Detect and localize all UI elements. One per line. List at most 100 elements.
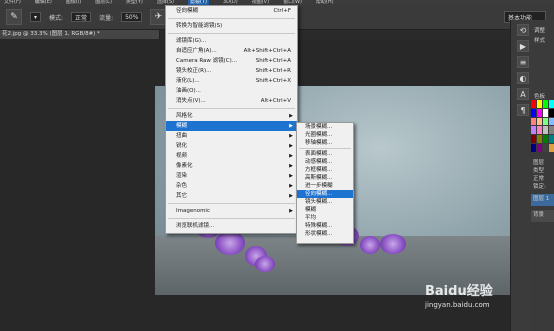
color-swatch[interactable]: [531, 126, 536, 135]
color-swatch[interactable]: [531, 100, 536, 108]
character-icon[interactable]: A: [517, 88, 529, 100]
color-swatch[interactable]: [543, 108, 548, 117]
menu-item-label: 滤镜库(G)...: [176, 38, 207, 44]
baidu-watermark: Baidu经验 jingyan.baidu.com: [425, 280, 525, 309]
menu-item-label: 镜头校正(R)...: [176, 68, 212, 74]
color-swatch[interactable]: [537, 135, 542, 144]
menu-item-label: 扭曲: [176, 133, 188, 139]
blur-submenu-item[interactable]: 动感模糊...: [297, 158, 353, 166]
submenu-arrow-icon: ▶: [289, 193, 293, 199]
blur-submenu-item[interactable]: 模糊: [297, 206, 353, 214]
adjust-icon[interactable]: ◐: [517, 72, 529, 84]
color-swatch[interactable]: [537, 117, 542, 126]
color-swatch[interactable]: [537, 100, 542, 108]
menu-separator: [168, 18, 295, 19]
color-swatch[interactable]: [549, 108, 554, 117]
blur-submenu-item[interactable]: 移轴模糊...: [297, 139, 353, 147]
filter-menu-item[interactable]: 其它 ▶: [166, 191, 297, 201]
layer-name: 背景: [533, 212, 545, 218]
filter-menu-item[interactable]: 扭曲 ▶: [166, 131, 297, 141]
color-swatch[interactable]: [543, 126, 548, 135]
color-swatch[interactable]: [531, 144, 536, 152]
filter-menu-item[interactable]: 视频 ▶: [166, 151, 297, 161]
menu-separator: [299, 148, 351, 149]
submenu-arrow-icon: ▶: [289, 173, 293, 179]
filter-menu-item[interactable]: 自适应广角(A)... Alt+Shift+Ctrl+A: [166, 46, 297, 56]
color-swatch[interactable]: [531, 135, 536, 144]
filter-menu-item[interactable]: 液化(L)... Shift+Ctrl+X: [166, 76, 297, 86]
color-swatch[interactable]: [549, 100, 554, 108]
blur-submenu-item[interactable]: 进一步模糊: [297, 182, 353, 190]
properties-icon[interactable]: ≡: [517, 56, 529, 68]
color-swatch[interactable]: [543, 117, 548, 126]
document-tab[interactable]: 花2.jpg @ 33.3% (图层 1, RGB/8#) *: [0, 30, 160, 39]
menu-item-label: 浏览联机滤镜...: [176, 223, 215, 229]
filter-menu-item[interactable]: Imagenomic ▶: [166, 206, 297, 216]
filter-menu-item[interactable]: 镜头校正(R)... Shift+Ctrl+R: [166, 66, 297, 76]
color-swatch[interactable]: [537, 108, 542, 117]
filter-menu-item[interactable]: 模糊 ▶: [166, 121, 297, 131]
menu-item-label: 锐化: [176, 143, 188, 149]
watermark-line2: jingyan.baidu.com: [425, 301, 490, 309]
blur-submenu-item[interactable]: 光圈模糊...: [297, 131, 353, 139]
lilac-flower: [255, 256, 275, 272]
blur-submenu-item[interactable]: 方框模糊...: [297, 166, 353, 174]
blur-submenu-item[interactable]: 镜头模糊...: [297, 198, 353, 206]
filter-menu-item[interactable]: 杂色 ▶: [166, 181, 297, 191]
layers-panel-label[interactable]: 图层: [531, 158, 554, 166]
swatch-panel-label[interactable]: 色板: [534, 92, 545, 100]
mode-select[interactable]: 正常: [71, 12, 92, 22]
filter-menu-item[interactable]: 油画(O)...: [166, 86, 297, 96]
layer-name: 图层 1: [533, 196, 550, 202]
filter-menu-item[interactable]: 消失点(V)... Alt+Ctrl+V: [166, 96, 297, 106]
layer-row-background[interactable]: 背景: [531, 210, 554, 222]
filter-menu-item[interactable]: 锐化 ▶: [166, 141, 297, 151]
brush-tool-icon[interactable]: ✎: [6, 9, 22, 25]
filter-menu-item[interactable]: 渲染 ▶: [166, 171, 297, 181]
color-swatch[interactable]: [543, 135, 548, 144]
filter-menu-item[interactable]: 转换为智能滤镜(S): [166, 21, 297, 31]
filter-menu-item[interactable]: 径向模糊 Ctrl+F: [166, 6, 297, 16]
filter-menu-item[interactable]: 风格化 ▶: [166, 111, 297, 121]
blur-submenu-item[interactable]: 高斯模糊...: [297, 174, 353, 182]
blend-mode-label[interactable]: 正常: [531, 174, 554, 182]
filter-menu-item[interactable]: Camera Raw 滤镜(C)... Shift+Ctrl+A: [166, 56, 297, 66]
lock-label: 锁定:: [533, 184, 546, 190]
lilac-flower: [215, 231, 245, 255]
filter-menu-item[interactable]: 像素化 ▶: [166, 161, 297, 171]
color-swatch[interactable]: [549, 117, 554, 126]
layer-row-layer1[interactable]: 图层 1: [531, 194, 554, 206]
color-swatch[interactable]: [549, 135, 554, 144]
style-panel-label[interactable]: 样式: [534, 36, 545, 44]
flow-input[interactable]: 50%: [121, 12, 143, 22]
submenu-arrow-icon: ▶: [289, 133, 293, 139]
paragraph-icon[interactable]: ¶: [517, 104, 529, 116]
blur-submenu-item[interactable]: 表面模糊...: [297, 150, 353, 158]
menu-separator: [168, 218, 295, 219]
menu-separator: [168, 108, 295, 109]
color-swatch[interactable]: [531, 117, 536, 126]
actions-icon[interactable]: ▶: [517, 40, 529, 52]
watermark-line1: Baidu经验: [425, 284, 493, 299]
layer-kind-label[interactable]: 类型: [531, 166, 554, 174]
adjust-panel-label[interactable]: 调整: [534, 26, 545, 34]
filter-menu-dropdown: 径向模糊 Ctrl+F 转换为智能滤镜(S) 滤镜库(G)... 自适应广角(A)...…: [165, 5, 298, 234]
brush-size-dropdown[interactable]: ▾: [30, 12, 42, 22]
color-swatch[interactable]: [549, 126, 554, 135]
blur-submenu-item[interactable]: 平均: [297, 214, 353, 222]
filter-menu-item[interactable]: 浏览联机滤镜...: [166, 221, 297, 231]
color-swatch[interactable]: [543, 144, 548, 152]
color-swatch[interactable]: [537, 126, 542, 135]
lilac-flower: [380, 234, 406, 254]
color-swatch[interactable]: [543, 100, 548, 108]
blur-submenu-item[interactable]: 特殊模糊...: [297, 222, 353, 230]
blur-submenu-item[interactable]: 径向模糊...: [297, 190, 353, 198]
color-swatch[interactable]: [531, 108, 536, 117]
filter-menu-item[interactable]: 滤镜库(G)...: [166, 36, 297, 46]
blur-submenu-item[interactable]: 形状模糊...: [297, 230, 353, 238]
blur-submenu-item[interactable]: 场景模糊...: [297, 123, 353, 131]
color-swatch[interactable]: [549, 144, 554, 152]
color-swatch[interactable]: [537, 144, 542, 152]
menu-shortcut: Alt+Ctrl+V: [260, 98, 291, 104]
history-icon[interactable]: ⟲: [517, 24, 529, 36]
